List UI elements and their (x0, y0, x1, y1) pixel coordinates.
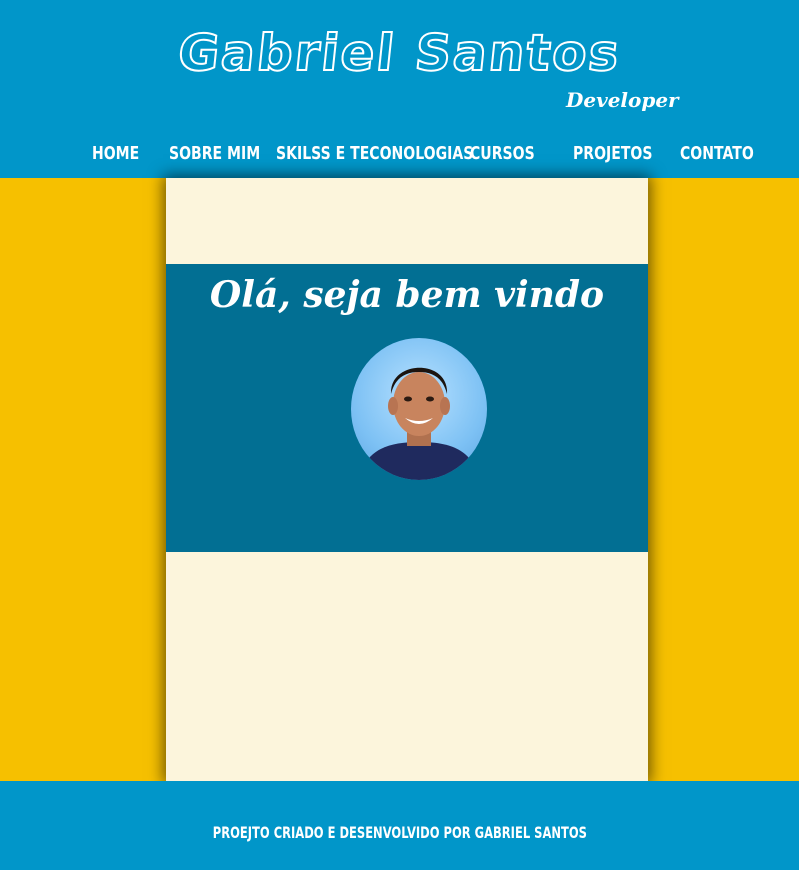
site-header: Gabriel Santos Developer Home Sobre mim … (0, 0, 799, 178)
footer-credit: Proejto criado e desenvolvido por Gabrie… (212, 823, 587, 842)
site-footer: Proejto criado e desenvolvido por Gabrie… (0, 781, 799, 870)
avatar (351, 338, 487, 480)
nav-sobre-mim[interactable]: Sobre mim (169, 140, 260, 168)
nav-skills[interactable]: Skilss e teconologias (276, 140, 473, 168)
content-panel: Olá, seja bem vindo (166, 178, 648, 781)
person-photo-icon (359, 367, 479, 480)
nav-cursos[interactable]: Cursos (470, 140, 535, 168)
logo-subtitle: Developer (566, 88, 679, 112)
logo-title[interactable]: Gabriel Santos (0, 23, 799, 83)
nav-contato[interactable]: Contato (680, 140, 754, 168)
welcome-heading: Olá, seja bem vindo (209, 274, 605, 316)
nav-projetos[interactable]: Projetos (573, 140, 652, 168)
welcome-section: Olá, seja bem vindo (166, 264, 648, 552)
nav-home[interactable]: Home (92, 140, 139, 168)
